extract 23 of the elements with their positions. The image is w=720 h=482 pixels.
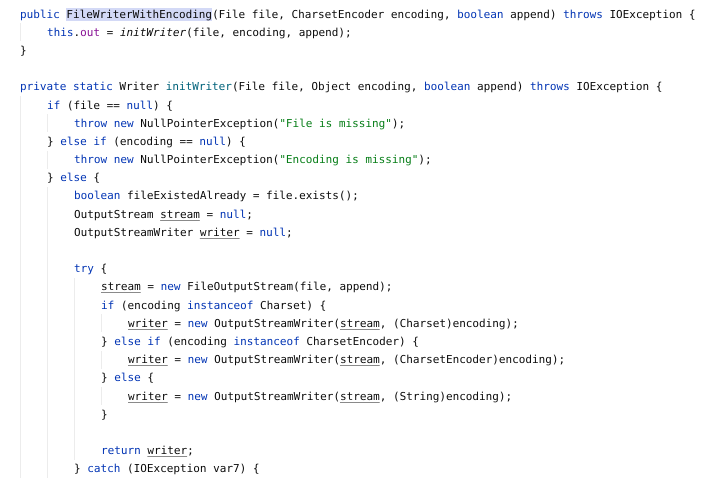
code-line: private static Writer initWriter(File file, Object encoding, boolean append) throws IOException { <box>20 79 662 94</box>
code-line: writer = new OutputStreamWriter(stream, (Charset)encoding); <box>128 316 519 331</box>
code-line: writer = new OutputStreamWriter(stream, (CharsetEncoder)encoding); <box>128 352 566 368</box>
code-line: stream = new FileOutputStream(file, append); <box>101 279 392 294</box>
code-line: } catch (IOException var7) { <box>74 461 260 476</box>
code-line: } <box>101 406 108 422</box>
code-line: } else if (encoding == null) { <box>47 134 246 149</box>
code-line: this.out = initWriter(file, encoding, append); <box>47 24 352 40</box>
code-line: } else { <box>47 170 100 186</box>
code-line: OutputStream stream = null; <box>74 206 253 222</box>
code-line: try { <box>74 261 108 276</box>
code-line: } <box>20 42 27 58</box>
code-line: } else { <box>101 370 154 386</box>
code-line: throw new NullPointerException("File is missing"); <box>74 116 406 131</box>
code-line: } else if (encoding instanceof CharsetEncoder) { <box>101 334 419 349</box>
code-line: public FileWriterWithEncoding(File file, CharsetEncoder encoding, boolean append) throws IOException { <box>20 6 696 22</box>
code-line: OutputStreamWriter writer = null; <box>74 224 293 240</box>
code-line: writer = new OutputStreamWriter(stream, (String)encoding); <box>128 388 512 404</box>
code-line: if (encoding instanceof Charset) { <box>101 298 326 313</box>
code-line: boolean fileExistedAlready = file.exists(); <box>74 188 359 204</box>
code-line: if (file == null) { <box>47 98 173 113</box>
code-line: throw new NullPointerException("Encoding is missing"); <box>74 152 432 168</box>
code-line: return writer; <box>101 443 194 458</box>
